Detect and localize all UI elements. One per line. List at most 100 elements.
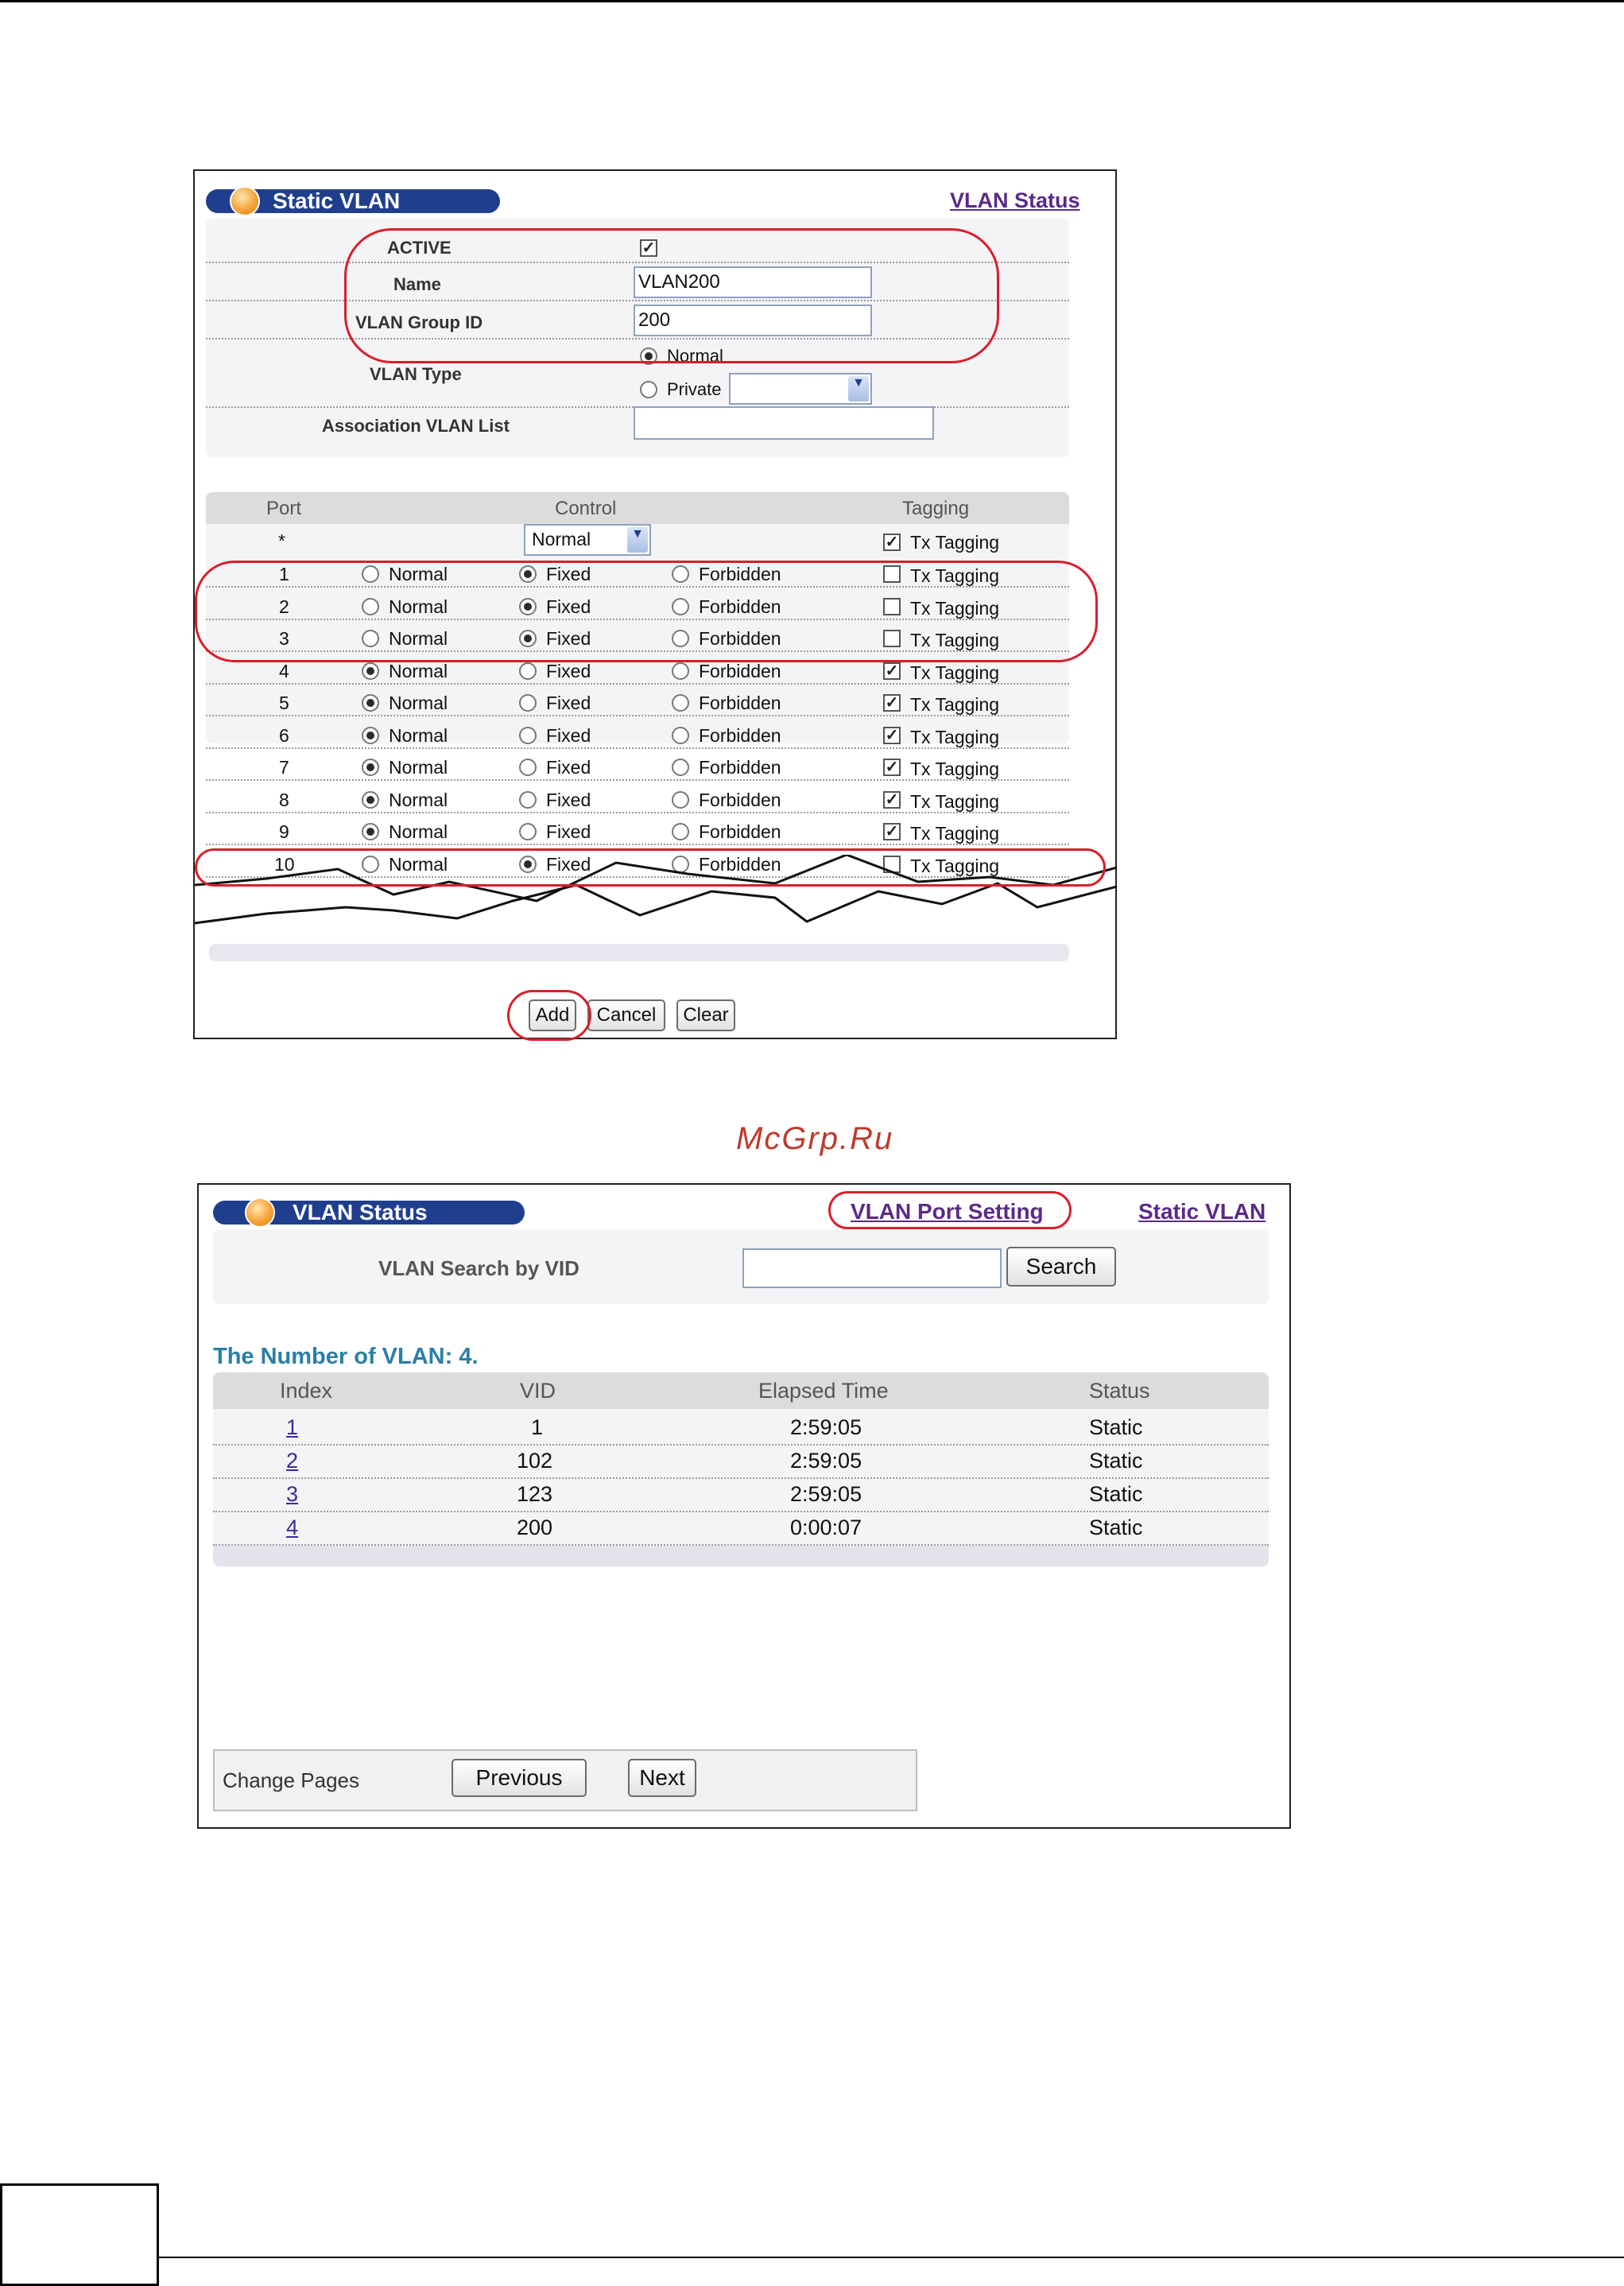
vlan-status: Static <box>1089 1516 1143 1539</box>
port-tx-label: Tx Tagging <box>910 662 1000 683</box>
table-footer-bar <box>209 944 1069 961</box>
port-4-fixed-radio[interactable] <box>519 662 537 680</box>
vlan-index-link[interactable]: 1 <box>286 1415 298 1440</box>
port-tx-label: Tx Tagging <box>910 726 1000 747</box>
port-tx-label: Tx Tagging <box>910 790 1000 812</box>
vlan-elapsed-time: 2:59:05 <box>790 1482 862 1506</box>
port-forbidden-label: Forbidden <box>699 789 781 810</box>
port-fixed-label: Fixed <box>546 757 591 778</box>
vlan-vid: 102 <box>517 1449 553 1473</box>
port-9-normal-radio[interactable] <box>362 823 379 840</box>
vlan-index-link[interactable]: 4 <box>286 1516 298 1540</box>
private-vlan-select[interactable]: ▼ <box>729 373 872 405</box>
vlan-status: Static <box>1089 1415 1143 1439</box>
clear-button[interactable]: Clear <box>676 999 735 1031</box>
cancel-button[interactable]: Cancel <box>587 999 665 1031</box>
vlan-index-link[interactable]: 3 <box>286 1482 298 1507</box>
port-7-fixed-radio[interactable] <box>519 759 537 776</box>
port-tx-label: Tx Tagging <box>910 694 1000 715</box>
port-9-fixed-radio[interactable] <box>519 823 537 840</box>
port-normal-label: Normal <box>389 660 448 681</box>
highlight-ring-port-10 <box>195 848 1106 887</box>
col-index: Index <box>280 1379 333 1403</box>
change-pages-label: Change Pages <box>223 1768 360 1792</box>
col-vid: VID <box>520 1379 556 1403</box>
row-divider <box>213 1477 1269 1479</box>
port-8-forbidden-radio[interactable] <box>672 790 689 809</box>
port-8-fixed-radio[interactable] <box>519 790 537 809</box>
highlight-ring-add-button <box>507 990 591 1041</box>
port-9-forbidden-radio[interactable] <box>672 823 689 840</box>
static-vlan-link[interactable]: Static VLAN <box>1138 1199 1265 1225</box>
all-ports-control-select[interactable]: Normal ▼ <box>524 524 651 556</box>
search-label: VLAN Search by VID <box>378 1256 579 1280</box>
port-4-tx-checkbox[interactable]: ✓ <box>883 662 901 680</box>
port-6-tx-checkbox[interactable]: ✓ <box>883 726 901 744</box>
port-number: 4 <box>279 660 289 681</box>
port-5-tx-checkbox[interactable]: ✓ <box>883 694 901 712</box>
static-vlan-title-pill: Static VLAN <box>206 186 500 216</box>
next-button[interactable]: Next <box>628 1759 696 1797</box>
vlan-vid: 200 <box>517 1516 553 1539</box>
port-forbidden-label: Forbidden <box>699 660 781 681</box>
watermark-text: McGrp.Ru <box>736 1121 894 1156</box>
port-forbidden-label: Forbidden <box>699 821 781 842</box>
port-tx-label: Tx Tagging <box>910 759 1000 779</box>
port-number: 5 <box>279 693 289 713</box>
vlan-index-link[interactable]: 2 <box>286 1449 298 1473</box>
port-4-normal-radio[interactable] <box>362 662 379 680</box>
vlan-vid: 123 <box>517 1482 553 1506</box>
port-6-fixed-radio[interactable] <box>519 726 537 744</box>
port-7-tx-checkbox[interactable]: ✓ <box>883 759 901 776</box>
vlan-type-private-radio[interactable] <box>640 381 657 398</box>
col-status: Status <box>1089 1379 1150 1403</box>
row-divider <box>213 1444 1269 1446</box>
vlan-status: Static <box>1089 1449 1143 1473</box>
port-number: 9 <box>279 821 289 842</box>
port-forbidden-label: Forbidden <box>699 693 781 713</box>
port-forbidden-label: Forbidden <box>699 757 781 778</box>
vlan-table-footer <box>213 1546 1269 1566</box>
port-7-normal-radio[interactable] <box>362 759 379 776</box>
port-6-normal-radio[interactable] <box>362 726 379 744</box>
port-normal-label: Normal <box>389 789 448 810</box>
port-9-tx-checkbox[interactable]: ✓ <box>883 823 901 840</box>
port-normal-label: Normal <box>389 821 448 842</box>
footer-rule <box>159 2257 1624 2258</box>
port-normal-label: Normal <box>389 724 448 746</box>
previous-button[interactable]: Previous <box>452 1759 587 1797</box>
highlight-ring-vlan-fields <box>344 228 999 363</box>
vid-search-input[interactable] <box>742 1248 1002 1288</box>
port-6-forbidden-radio[interactable] <box>672 726 689 744</box>
port-fixed-label: Fixed <box>546 789 591 810</box>
col-control: Control <box>555 498 617 519</box>
port-forbidden-label: Forbidden <box>699 724 781 746</box>
port-7-forbidden-radio[interactable] <box>672 759 689 776</box>
highlight-ring-port-setting <box>828 1191 1072 1229</box>
port-fixed-label: Fixed <box>546 660 591 681</box>
port-5-forbidden-radio[interactable] <box>672 694 689 712</box>
vlan-vid: 1 <box>531 1415 544 1439</box>
orb-icon <box>245 1197 275 1228</box>
static-vlan-screenshot: Static VLAN VLAN Status ACTIVE ✓ Name VL… <box>193 169 1118 1041</box>
association-vlan-list-input[interactable] <box>634 406 934 440</box>
port-number: 8 <box>279 789 289 810</box>
vlan-type-private-label: Private <box>667 379 722 399</box>
port-number: 7 <box>279 757 289 778</box>
vlan-elapsed-time: 2:59:05 <box>790 1449 862 1473</box>
port-5-fixed-radio[interactable] <box>519 694 537 712</box>
port-8-tx-checkbox[interactable]: ✓ <box>883 790 901 809</box>
port-8-normal-radio[interactable] <box>362 790 379 809</box>
vlan-status-link[interactable]: VLAN Status <box>950 188 1080 213</box>
port-fixed-label: Fixed <box>546 724 591 746</box>
port-4-forbidden-radio[interactable] <box>672 662 689 680</box>
vlan-count-text: The Number of VLAN: 4. <box>213 1344 479 1369</box>
col-tagging: Tagging <box>902 498 970 519</box>
port-normal-label: Normal <box>389 693 448 713</box>
all-ports-tx-checkbox[interactable]: ✓ <box>883 534 901 551</box>
search-button[interactable]: Search <box>1006 1247 1116 1287</box>
page-title: Static VLAN <box>273 188 401 213</box>
orb-icon <box>230 186 260 216</box>
chevron-down-icon: ▼ <box>848 376 869 402</box>
port-5-normal-radio[interactable] <box>362 694 379 712</box>
